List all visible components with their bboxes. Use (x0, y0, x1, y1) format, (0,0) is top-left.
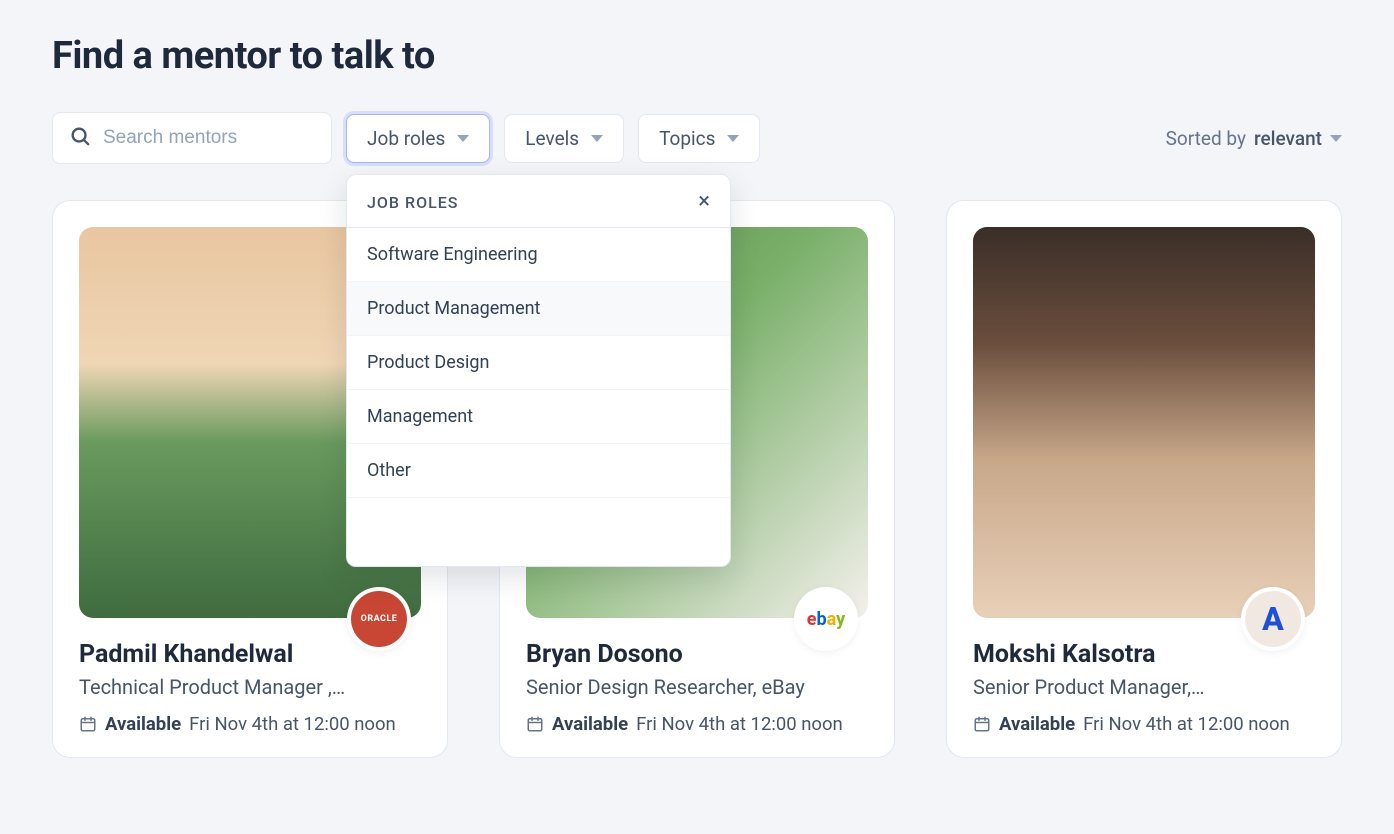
dropdown-item[interactable]: Software Engineering (347, 228, 730, 282)
available-label: Available (105, 713, 181, 735)
available-time: Fri Nov 4th at 12:00 noon (189, 713, 396, 735)
search-icon (69, 125, 91, 151)
close-icon[interactable]: × (698, 191, 710, 213)
filter-job-roles-label: Job roles (367, 127, 445, 150)
filter-levels[interactable]: Levels (504, 114, 624, 163)
oracle-logo-icon: ORACLE (351, 591, 407, 647)
company-logo-icon: A (1245, 591, 1301, 647)
calendar-icon (973, 715, 991, 733)
filter-topics[interactable]: Topics (638, 114, 760, 163)
dropdown-list: Software EngineeringProduct ManagementPr… (347, 228, 730, 498)
available-time: Fri Nov 4th at 12:00 noon (636, 713, 843, 735)
toolbar: Job roles Levels Topics Sorted by releva… (52, 112, 1342, 164)
ebay-logo-icon: ebay (798, 591, 854, 647)
search-field-wrap[interactable] (52, 112, 332, 164)
chevron-down-icon (591, 135, 603, 142)
sort-prefix: Sorted by (1166, 127, 1246, 150)
availability-row: Available Fri Nov 4th at 12:00 noon (79, 713, 421, 735)
company-badge: A (1241, 587, 1305, 651)
dropdown-header: JOB ROLES × (347, 175, 730, 228)
chevron-down-icon (727, 135, 739, 142)
chevron-down-icon (1330, 135, 1342, 142)
dropdown-item[interactable]: Product Management (347, 282, 730, 336)
dropdown-title: JOB ROLES (367, 193, 458, 212)
company-badge: ORACLE (347, 587, 411, 651)
sort-control[interactable]: Sorted by relevant (1166, 127, 1342, 150)
job-roles-dropdown: JOB ROLES × Software EngineeringProduct … (346, 174, 731, 567)
mentor-card[interactable]: A Mokshi Kalsotra Senior Product Manager… (946, 200, 1342, 758)
availability-row: Available Fri Nov 4th at 12:00 noon (526, 713, 868, 735)
available-label: Available (999, 713, 1075, 735)
mentor-title: Technical Product Manager ,… (79, 675, 421, 699)
mentor-title: Senior Product Manager,… (973, 675, 1315, 699)
calendar-icon (526, 715, 544, 733)
available-label: Available (552, 713, 628, 735)
filter-job-roles[interactable]: Job roles (346, 114, 490, 163)
calendar-icon (79, 715, 97, 733)
filter-topics-label: Topics (659, 127, 715, 150)
search-input[interactable] (103, 127, 315, 149)
sort-value: relevant (1254, 127, 1322, 150)
dropdown-item[interactable]: Product Design (347, 336, 730, 390)
company-badge: ebay (794, 587, 858, 651)
mentor-photo (973, 227, 1315, 618)
dropdown-item[interactable]: Management (347, 390, 730, 444)
availability-row: Available Fri Nov 4th at 12:00 noon (973, 713, 1315, 735)
dropdown-item[interactable]: Other (347, 444, 730, 498)
chevron-down-icon (457, 135, 469, 142)
mentor-title: Senior Design Researcher, eBay (526, 675, 868, 699)
page-title: Find a mentor to talk to (52, 34, 1342, 78)
available-time: Fri Nov 4th at 12:00 noon (1083, 713, 1290, 735)
filter-levels-label: Levels (525, 127, 579, 150)
